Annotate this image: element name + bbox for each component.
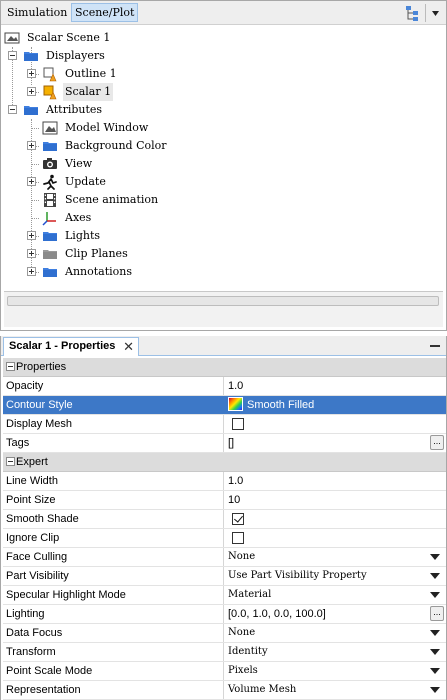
property-grid: Properties Opacity 1.0 Contour Style Smo… [3, 358, 446, 700]
property-row-point-size[interactable]: Point Size 10 [3, 491, 446, 510]
expand-toggle[interactable] [27, 177, 36, 186]
expand-toggle[interactable] [27, 141, 36, 150]
opacity-value[interactable]: 1.0 [225, 377, 446, 395]
folder-icon [42, 138, 58, 154]
chevron-down-icon[interactable] [430, 630, 440, 636]
lighting-value[interactable]: [0.0, 1.0, 0.0, 100.0] [228, 608, 326, 620]
gray-folder-icon [42, 246, 58, 262]
tree-item-view[interactable]: View [1, 155, 201, 173]
display-mesh-checkbox[interactable] [232, 418, 244, 430]
smooth-filled-gradient-icon [228, 397, 243, 412]
face-culling-dropdown[interactable]: None [225, 548, 446, 566]
expand-toggle[interactable] [27, 267, 36, 276]
chevron-down-icon[interactable] [430, 649, 440, 655]
model-window-icon [42, 120, 58, 136]
collapse-toggle[interactable] [6, 362, 15, 371]
running-figure-icon [42, 174, 58, 190]
tree-layout-icon[interactable] [404, 4, 422, 22]
top-tab-bar: Simulation Scene/Plot [1, 1, 446, 25]
expand-toggle[interactable] [27, 249, 36, 258]
film-strip-icon [42, 192, 58, 208]
part-visibility-dropdown[interactable]: Use Part Visibility Property [225, 567, 446, 585]
property-row-tags[interactable]: Tags [] ... [3, 434, 446, 453]
tree-item-axes[interactable]: Axes [1, 209, 201, 227]
folder-icon [42, 228, 58, 244]
camera-icon [42, 156, 58, 172]
outline-displayer-icon [42, 66, 58, 82]
ignore-clip-checkbox[interactable] [232, 532, 244, 544]
tree-item-outline[interactable]: Outline 1 [1, 65, 201, 83]
folder-icon [23, 48, 39, 64]
tree-item-background-color[interactable]: Background Color [1, 137, 221, 155]
tree-item-attributes[interactable]: Attributes [1, 101, 201, 119]
property-row-specular-highlight-mode[interactable]: Specular Highlight Mode Material [3, 586, 446, 605]
collapse-toggle[interactable] [6, 457, 15, 466]
tab-scalar-properties[interactable]: Scalar 1 - Properties ✕ [3, 337, 139, 356]
property-row-display-mesh[interactable]: Display Mesh [3, 415, 446, 434]
folder-icon [23, 102, 39, 118]
property-row-smooth-shade[interactable]: Smooth Shade [3, 510, 446, 529]
folder-icon [42, 264, 58, 280]
chevron-down-icon[interactable] [430, 687, 440, 693]
transform-dropdown[interactable]: Identity [225, 643, 446, 661]
tree-item-clip-planes[interactable]: Clip Planes [1, 245, 201, 263]
tags-value[interactable]: [] [228, 437, 234, 449]
tree-item-displayers[interactable]: Displayers [1, 47, 201, 65]
chevron-down-icon[interactable] [430, 668, 440, 674]
specular-highlight-dropdown[interactable]: Material [225, 586, 446, 604]
scene-icon [4, 30, 20, 46]
property-row-point-scale-mode[interactable]: Point Scale Mode Pixels [3, 662, 446, 681]
tab-scene-plot[interactable]: Scene/Plot [71, 3, 139, 22]
properties-header: Scalar 1 - Properties ✕ [1, 336, 446, 356]
tree-item-model-window[interactable]: Model Window [1, 119, 221, 137]
lighting-edit-button[interactable]: ... [430, 606, 444, 621]
tags-edit-button[interactable]: ... [430, 435, 444, 450]
collapse-toggle[interactable] [8, 51, 17, 60]
panel-menu-icon[interactable] [425, 4, 443, 22]
contour-style-value[interactable]: Smooth Filled [225, 396, 446, 414]
property-row-data-focus[interactable]: Data Focus None [3, 624, 446, 643]
expand-toggle[interactable] [27, 69, 36, 78]
tree-scroll-area [4, 291, 443, 327]
properties-tab-title: Scalar 1 - Properties [9, 340, 116, 352]
tab-simulation[interactable]: Simulation [4, 3, 70, 22]
tree-item-scalar[interactable]: Scalar 1 [1, 83, 201, 101]
expand-toggle[interactable] [27, 231, 36, 240]
chevron-down-icon[interactable] [430, 592, 440, 598]
smooth-shade-checkbox[interactable] [232, 513, 244, 525]
point-size-value[interactable]: 10 [225, 491, 446, 509]
close-icon[interactable]: ✕ [123, 338, 134, 355]
tree-item-annotations[interactable]: Annotations [1, 263, 201, 281]
tree-item-scene-animation[interactable]: Scene animation [1, 191, 221, 209]
property-row-opacity[interactable]: Opacity 1.0 [3, 377, 446, 396]
tree-item-update[interactable]: Update [1, 173, 201, 191]
property-row-transform[interactable]: Transform Identity [3, 643, 446, 662]
scene-tree: Scalar Scene 1 Displayers Outline 1 Scal… [1, 27, 446, 291]
point-scale-mode-dropdown[interactable]: Pixels [225, 662, 446, 680]
property-row-representation[interactable]: Representation Volume Mesh [3, 681, 446, 700]
section-expert[interactable]: Expert [3, 453, 446, 472]
line-width-value[interactable]: 1.0 [225, 472, 446, 490]
representation-dropdown[interactable]: Volume Mesh [225, 681, 446, 699]
scalar-displayer-icon [42, 84, 58, 100]
chevron-down-icon[interactable] [430, 573, 440, 579]
tree-item-lights[interactable]: Lights [1, 227, 201, 245]
properties-panel: Scalar 1 - Properties ✕ Properties Opaci… [0, 336, 447, 700]
axes-icon [42, 210, 58, 226]
property-row-line-width[interactable]: Line Width 1.0 [3, 472, 446, 491]
property-row-contour-style[interactable]: Contour Style Smooth Filled [3, 396, 446, 415]
tree-item-scalar-scene[interactable]: Scalar Scene 1 [1, 29, 201, 47]
section-properties[interactable]: Properties [3, 358, 446, 377]
property-row-ignore-clip[interactable]: Ignore Clip [3, 529, 446, 548]
property-row-face-culling[interactable]: Face Culling None [3, 548, 446, 567]
scene-tree-panel: Simulation Scene/Plot Scalar Scene 1 Dis… [0, 0, 447, 331]
collapse-toggle[interactable] [8, 105, 17, 114]
horizontal-scrollbar[interactable] [7, 296, 439, 306]
expand-toggle[interactable] [27, 87, 36, 96]
chevron-down-icon[interactable] [430, 554, 440, 560]
data-focus-dropdown[interactable]: None [225, 624, 446, 642]
property-row-lighting[interactable]: Lighting [0.0, 1.0, 0.0, 100.0] ... [3, 605, 446, 624]
minimize-icon[interactable] [430, 345, 440, 347]
property-row-part-visibility[interactable]: Part Visibility Use Part Visibility Prop… [3, 567, 446, 586]
